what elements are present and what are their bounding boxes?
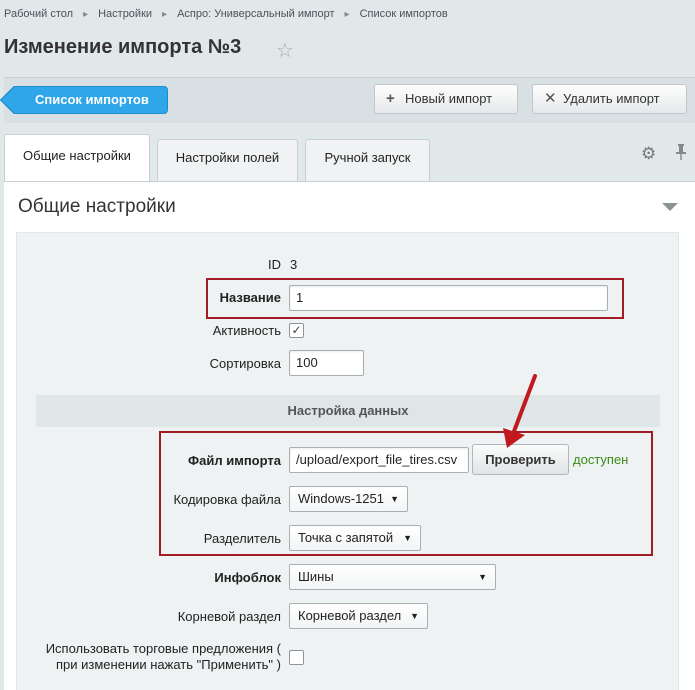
tab-general-settings[interactable]: Общие настройки [4, 134, 150, 181]
tab-field-settings[interactable]: Настройки полей [157, 139, 298, 181]
chevron-down-icon: ▼ [478, 572, 487, 582]
breadcrumb-item-module[interactable]: Аспро: Универсальный импорт [177, 8, 334, 20]
iblock-select-value: Шины [298, 569, 334, 584]
section-title: Общие настройки [18, 196, 176, 217]
delete-import-button[interactable]: ✕ Удалить импорт [532, 84, 687, 114]
import-list-button[interactable]: Список импортов [12, 86, 168, 114]
breadcrumb: Рабочий стол ▸ Настройки ▸ Аспро: Универсаль… [4, 8, 448, 20]
chevron-down-icon: ▼ [410, 611, 419, 621]
delete-import-button-label: Удалить импорт [563, 91, 660, 106]
active-label: Активность [212, 323, 281, 338]
offers-checkbox[interactable] [289, 650, 304, 665]
star-icon[interactable]: ☆ [276, 38, 294, 63]
root-section-label: Корневой раздел [177, 609, 281, 624]
id-label: ID [268, 257, 281, 272]
new-import-button-label: Новый импорт [405, 91, 493, 106]
highlight-name-box [206, 278, 624, 319]
id-value: 3 [290, 257, 298, 272]
data-settings-header: Настройка данных [36, 395, 660, 427]
root-section-select-value: Корневой раздел [298, 608, 402, 623]
pin-icon[interactable] [676, 144, 686, 160]
iblock-select[interactable]: Шины ▼ [289, 564, 496, 590]
annotation-arrow-icon [503, 374, 537, 448]
active-checkbox[interactable]: ✓ [289, 323, 304, 338]
offers-label-line2: при изменении нажать "Применить" ) [56, 657, 281, 672]
breadcrumb-item-settings[interactable]: Настройки [98, 8, 152, 20]
breadcrumb-separator-icon: ▸ [162, 9, 168, 20]
highlight-file-box [159, 431, 653, 556]
close-icon: ✕ [544, 90, 557, 107]
plus-icon: + [386, 90, 395, 107]
tab-manual-run[interactable]: Ручной запуск [305, 139, 430, 181]
breadcrumb-separator-icon: ▸ [83, 9, 89, 20]
offers-label: Использовать торговые предложения ( при … [30, 641, 281, 673]
breadcrumb-separator-icon: ▸ [344, 9, 350, 20]
breadcrumb-item-desktop[interactable]: Рабочий стол [4, 8, 73, 20]
breadcrumb-item-import-list[interactable]: Список импортов [360, 8, 448, 20]
import-list-button-label: Список импортов [35, 92, 149, 107]
iblock-label: Инфоблок [214, 570, 281, 585]
chevron-down-icon[interactable] [662, 203, 678, 211]
root-section-select[interactable]: Корневой раздел ▼ [289, 603, 428, 629]
sort-label: Сортировка [209, 356, 281, 371]
page-title: Изменение импорта №3 [4, 36, 242, 58]
gear-icon[interactable]: ⚙ [641, 144, 656, 164]
sort-input[interactable]: 100 [289, 350, 364, 376]
new-import-button[interactable]: + Новый импорт [374, 84, 518, 114]
offers-label-line1: Использовать торговые предложения ( [45, 641, 281, 656]
